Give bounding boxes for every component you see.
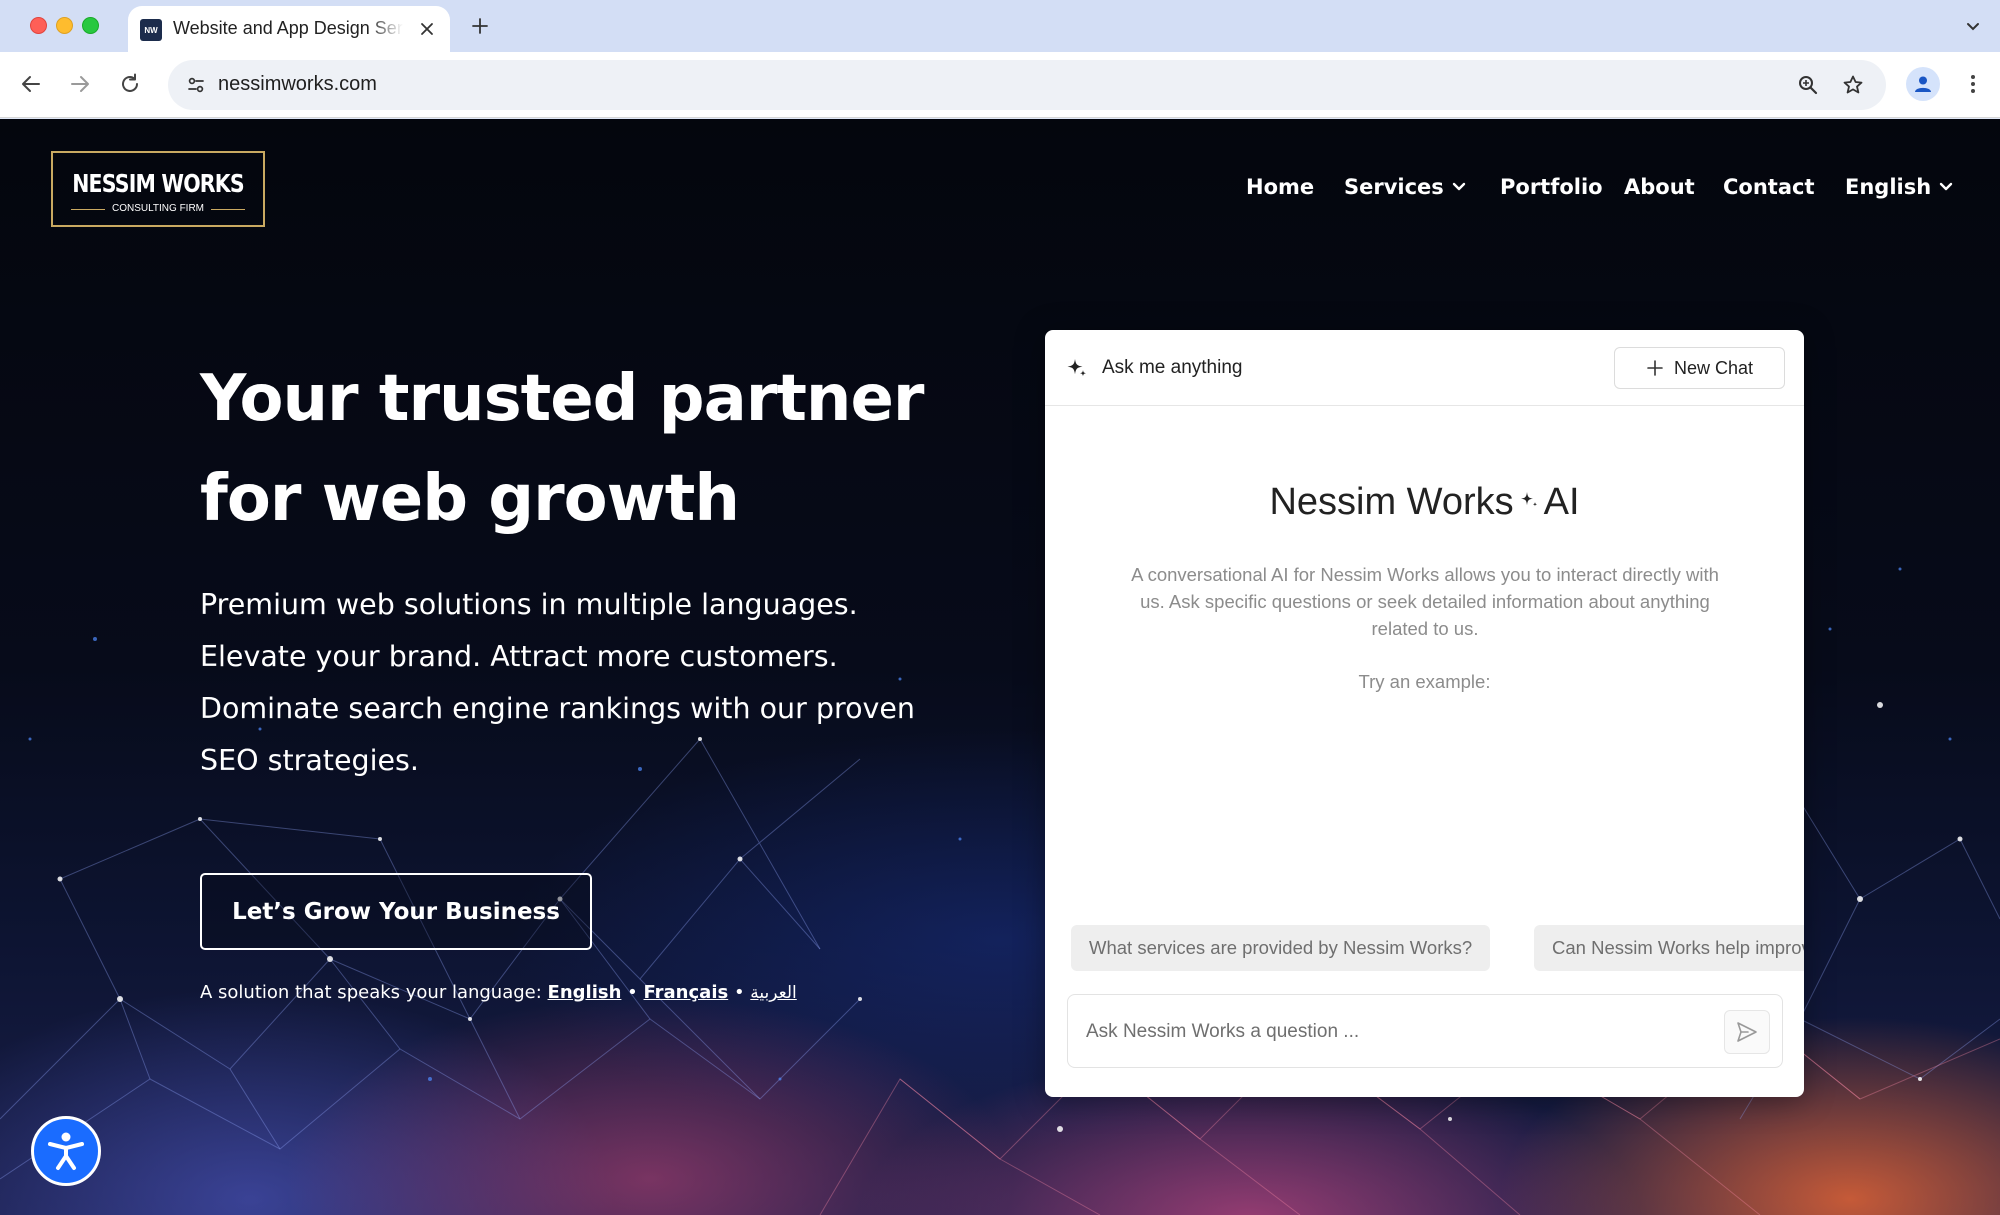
profile-avatar-icon[interactable] <box>1906 67 1940 101</box>
hero-subtitle: Premium web solutions in multiple langua… <box>200 579 960 787</box>
chevron-down-icon <box>1939 182 1953 191</box>
language-links: A solution that speaks your language: En… <box>200 982 797 1003</box>
nav-services[interactable]: Services <box>1344 175 1466 199</box>
hero-subtitle-line: Elevate your brand. Attract more custome… <box>200 640 838 673</box>
site-logo[interactable]: NESSIM WORKS CONSULTING FIRM <box>51 151 265 227</box>
hero-title-line: Your trusted partner <box>200 362 924 436</box>
send-button[interactable] <box>1724 1010 1770 1054</box>
tab-search-chevron-icon[interactable] <box>1958 11 1988 41</box>
address-bar[interactable]: nessimworks.com <box>168 60 1886 110</box>
language-links-prefix: A solution that speaks your language: <box>200 982 542 1003</box>
window-close-button[interactable] <box>30 17 47 34</box>
nav-language-label: English <box>1845 175 1932 199</box>
zoom-magnifier-icon[interactable] <box>1792 69 1824 101</box>
chat-question-input[interactable] <box>1086 1015 1686 1049</box>
sparkle-icon <box>1520 491 1537 506</box>
nav-contact[interactable]: Contact <box>1723 175 1815 199</box>
reload-icon[interactable] <box>112 66 148 102</box>
forward-arrow-icon[interactable] <box>62 66 98 102</box>
chat-brand-title: Nessim Works AI <box>1045 481 1804 524</box>
hero-subtitle-line: Dominate search engine rankings with our… <box>200 692 915 725</box>
hero-title-line: for web growth <box>200 462 740 536</box>
nav-portfolio[interactable]: Portfolio <box>1500 175 1603 199</box>
tab-title: Website and App Design Services <box>173 18 403 38</box>
ai-chat-widget: Ask me anything New Chat Nessim Works AI… <box>1045 330 1804 1097</box>
lang-separator: • <box>733 982 745 1003</box>
site-settings-icon[interactable] <box>180 69 212 101</box>
chat-input-box <box>1067 994 1783 1068</box>
back-arrow-icon[interactable] <box>13 66 49 102</box>
example-prompt-chip[interactable]: What services are provided by Nessim Wor… <box>1071 925 1491 971</box>
url-text[interactable]: nessimworks.com <box>218 73 377 96</box>
new-chat-label: New Chat <box>1673 357 1754 378</box>
browser-tab-active[interactable]: NW Website and App Design Services <box>128 6 450 52</box>
window-zoom-button[interactable] <box>82 17 99 34</box>
page-viewport: NESSIM WORKS CONSULTING FIRM Home Servic… <box>0 119 2000 1215</box>
nav-about-label: About <box>1624 175 1695 199</box>
accessibility-person-icon <box>48 1132 84 1170</box>
nav-home[interactable]: Home <box>1246 175 1314 199</box>
logo-rule-right <box>211 209 245 210</box>
nav-contact-label: Contact <box>1723 175 1815 199</box>
browser-menu-icon[interactable] <box>1958 67 1988 101</box>
lang-separator: • <box>627 982 638 1003</box>
browser-tabstrip: NW Website and App Design Services <box>0 0 2000 52</box>
tab-close-icon[interactable] <box>414 16 440 42</box>
new-chat-button[interactable]: New Chat <box>1614 347 1785 389</box>
chat-header-title: Ask me anything <box>1102 357 1243 378</box>
lang-link-english[interactable]: English <box>548 982 622 1003</box>
plus-icon <box>1647 360 1663 376</box>
nav-services-label: Services <box>1344 175 1444 199</box>
chat-brand-ai: AI <box>1543 481 1580 523</box>
bookmark-star-icon[interactable] <box>1837 69 1869 101</box>
example-prompt-chip[interactable]: Can Nessim Works help improve my website… <box>1534 925 1804 971</box>
chat-brand-name: Nessim Works <box>1269 481 1514 523</box>
site-favicon-icon: NW <box>140 19 162 41</box>
grow-business-button[interactable]: Let’s Grow Your Business <box>200 873 592 950</box>
window-minimize-button[interactable] <box>56 17 73 34</box>
chat-try-label: Try an example: <box>1358 671 1491 692</box>
lang-link-french[interactable]: Français <box>644 982 729 1003</box>
chat-header: Ask me anything New Chat <box>1045 330 1804 406</box>
accessibility-button[interactable] <box>31 1116 101 1186</box>
chat-description: A conversational AI for Nessim Works all… <box>1131 564 1719 639</box>
chevron-down-icon <box>1452 182 1466 191</box>
logo-wordmark: NESSIM WORKS <box>72 169 244 198</box>
hero-subtitle-line: Premium web solutions in multiple langua… <box>200 588 858 621</box>
nav-about[interactable]: About <box>1624 175 1695 199</box>
browser-toolbar: nessimworks.com <box>0 52 2000 118</box>
nav-home-label: Home <box>1246 175 1315 199</box>
hero-title: Your trusted partner for web growth <box>200 349 1000 549</box>
nav-portfolio-label: Portfolio <box>1500 175 1603 199</box>
new-tab-plus-icon[interactable] <box>465 11 495 41</box>
lang-link-arabic[interactable]: العربية <box>750 983 796 1003</box>
hero-subtitle-line: SEO strategies. <box>200 744 419 777</box>
nav-language-select[interactable]: English <box>1845 175 1953 199</box>
send-paper-plane-icon <box>1737 1022 1757 1042</box>
sparkle-icon <box>1067 359 1087 377</box>
